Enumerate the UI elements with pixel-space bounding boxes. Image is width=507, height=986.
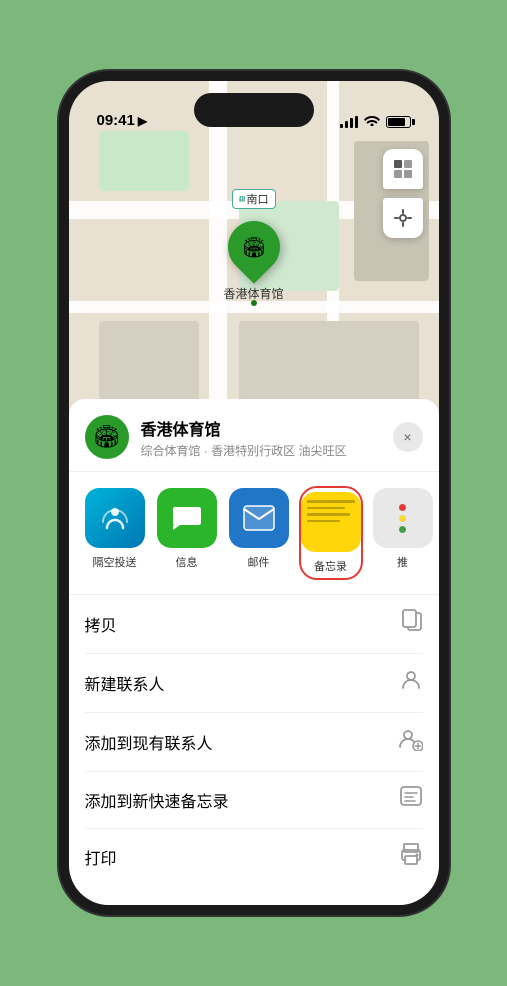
airdrop-label: 隔空投送 [93, 554, 137, 570]
venue-info: 香港体育馆 综合体育馆 · 香港特别行政区 油尖旺区 [141, 416, 393, 459]
share-item-more[interactable]: 推 [373, 488, 433, 578]
action-list: 拷贝 新建联系人 添加到现有联系人 [69, 595, 439, 885]
map-south-label: 出 南口 [232, 189, 276, 209]
action-new-contact-label: 新建联系人 [85, 671, 165, 695]
action-print[interactable]: 打印 [85, 829, 423, 885]
signal-bars [340, 116, 358, 128]
action-copy[interactable]: 拷贝 [85, 595, 423, 654]
action-quick-note[interactable]: 添加到新快速备忘录 [85, 772, 423, 829]
action-add-existing-contact[interactable]: 添加到现有联系人 [85, 713, 423, 772]
share-item-airdrop[interactable]: 隔空投送 [85, 488, 145, 578]
copy-icon [401, 609, 423, 639]
airdrop-icon [85, 488, 145, 548]
mail-label: 邮件 [248, 554, 270, 570]
more-share-icon [373, 488, 433, 548]
phone-frame: 09:41 ▶ [59, 71, 449, 915]
dynamic-island [194, 93, 314, 127]
venue-name: 香港体育馆 [141, 416, 393, 440]
share-item-mail[interactable]: 邮件 [229, 488, 289, 578]
action-print-label: 打印 [85, 845, 117, 869]
sheet-header: 🏟 香港体育馆 综合体育馆 · 香港特别行政区 油尖旺区 × [69, 399, 439, 472]
map-label-icon: 出 [239, 196, 245, 202]
quick-note-icon [399, 786, 423, 814]
location-button[interactable] [383, 198, 423, 238]
person-add-icon [397, 727, 423, 757]
map-pin: 🏟 香港体育馆 [223, 221, 283, 302]
map-view-button[interactable] [383, 149, 423, 189]
messages-label: 信息 [176, 554, 198, 570]
print-icon [399, 843, 423, 871]
person-icon [399, 668, 423, 698]
action-quick-note-label: 添加到新快速备忘录 [85, 788, 229, 812]
venue-subtitle: 综合体育馆 · 香港特别行政区 油尖旺区 [141, 442, 393, 459]
share-row: 隔空投送 信息 邮件 [69, 472, 439, 595]
wifi-icon [364, 114, 380, 129]
share-item-notes[interactable]: 备忘录 [301, 488, 361, 578]
notes-label: 备忘录 [314, 558, 347, 574]
location-arrow-icon: ▶ [138, 114, 147, 128]
bottom-sheet: 🏟 香港体育馆 综合体育馆 · 香港特别行政区 油尖旺区 × 隔空投送 [69, 399, 439, 905]
venue-icon: 🏟 [85, 415, 129, 459]
action-new-contact[interactable]: 新建联系人 [85, 654, 423, 713]
action-copy-label: 拷贝 [85, 612, 117, 636]
map-controls[interactable] [383, 149, 423, 238]
status-time: 09:41 ▶ [97, 112, 148, 129]
more-share-label: 推 [397, 554, 408, 570]
mail-icon [229, 488, 289, 548]
status-icons [340, 114, 411, 129]
battery-icon [386, 116, 411, 128]
notes-icon [301, 492, 361, 552]
messages-icon [157, 488, 217, 548]
close-button[interactable]: × [393, 422, 423, 452]
share-item-messages[interactable]: 信息 [157, 488, 217, 578]
action-add-contact-label: 添加到现有联系人 [85, 730, 213, 754]
